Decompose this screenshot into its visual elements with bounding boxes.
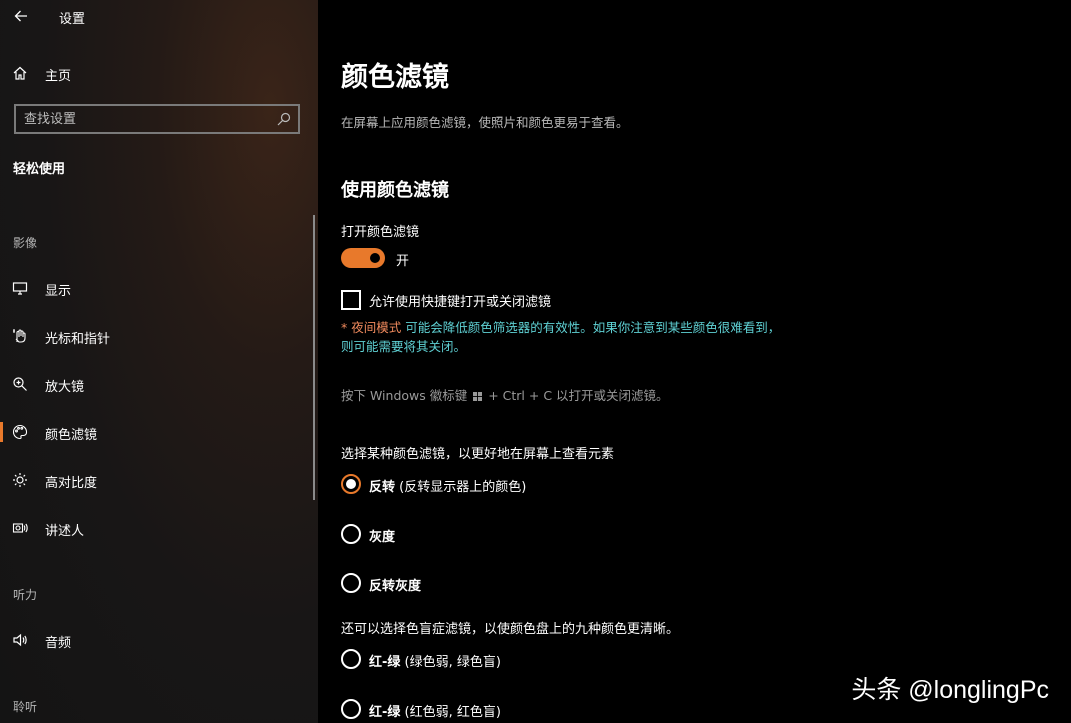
filter-choice-label: 选择某种颜色滤镜，以更好地在屏幕上查看元素 [341,447,615,462]
filter-name: 灰度 [369,530,396,545]
sidebar-item-label: 音频 [45,636,72,651]
home-icon [12,65,28,81]
pointer-icon [12,328,28,344]
section-title: 轻松使用 [13,162,66,177]
shortcut-hint-before: 按下 Windows 徽标键 [341,388,468,403]
sidebar: 设置 主页 轻松使用 影像 显示 光标和指针 放大镜 [0,0,318,723]
back-button[interactable] [10,5,32,27]
night-mode-link[interactable]: * 夜间模式 [341,320,401,335]
sidebar-item-cursor[interactable]: 光标和指针 [0,316,318,356]
brightness-icon [12,472,28,488]
toggle-state-label: 开 [396,254,410,269]
main-content: 颜色滤镜 在屏幕上应用颜色滤镜，使照片和颜色更易于查看。 使用颜色滤镜 打开颜色… [318,0,1071,723]
windows-logo-icon [473,392,483,401]
sidebar-item-label: 高对比度 [45,476,98,491]
palette-icon [12,424,28,440]
narrator-icon [12,520,28,536]
section-subtitle: 使用颜色滤镜 [341,180,449,201]
group-heading-vision: 影像 [13,236,38,250]
filter-name: 反转 [369,480,396,495]
night-mode-note: * 夜间模式 可能会降低颜色筛选器的有效性。如果你注意到某些颜色很难看到，则可能… [341,318,791,356]
colorblind-label: 还可以选择色盲症滤镜，以使颜色盘上的九种颜色更清晰。 [341,622,680,637]
shortcut-hint: 按下 Windows 徽标键 + Ctrl + C 以打开或关闭滤镜。 [341,385,669,404]
sidebar-item-display[interactable]: 显示 [0,268,318,308]
sidebar-item-magnifier[interactable]: 放大镜 [0,364,318,404]
back-arrow-icon [14,10,27,22]
radio-invert[interactable] [341,474,361,494]
sidebar-item-label: 显示 [45,284,72,299]
radio-grayscale[interactable] [341,524,361,544]
sidebar-item-label: 光标和指针 [45,332,111,347]
speaker-icon [12,632,28,648]
search-input[interactable] [24,110,264,128]
color-filter-toggle[interactable] [341,248,385,268]
shortcut-hint-after: + Ctrl + C 以打开或关闭滤镜。 [488,388,669,403]
filter-name: 红-绿 [369,705,401,720]
filter-desc: (红色弱, 红色盲) [400,705,501,720]
sidebar-item-color-filters[interactable]: 颜色滤镜 [0,412,318,452]
radio-invert-grayscale-label: 反转灰度 [369,575,421,594]
sidebar-scrollbar[interactable] [313,215,315,500]
filter-desc: (绿色弱, 绿色盲) [400,655,501,670]
filter-name: 反转灰度 [369,579,422,594]
radio-deuteranopia-label: 红-绿 (绿色弱, 绿色盲) [369,651,501,670]
magnifier-icon [12,376,28,392]
toggle-label: 打开颜色滤镜 [341,225,420,240]
sidebar-item-label: 放大镜 [45,380,85,395]
radio-invert-label: 反转 (反转显示器上的颜色) [369,476,526,495]
radio-protanopia[interactable] [341,699,361,719]
group-heading-listening: 聆听 [13,700,38,714]
title-bar: 设置 [0,0,318,32]
page-description: 在屏幕上应用颜色滤镜，使照片和颜色更易于查看。 [341,115,629,130]
filter-name: 红-绿 [369,655,401,670]
toggle-knob [370,253,380,263]
radio-invert-grayscale[interactable] [341,573,361,593]
page-title: 颜色滤镜 [341,62,449,93]
sidebar-item-label: 主页 [45,69,72,84]
sidebar-item-home[interactable]: 主页 [0,53,318,93]
radio-deuteranopia[interactable] [341,649,361,669]
sidebar-item-label: 颜色滤镜 [45,428,98,443]
window-title: 设置 [59,12,86,27]
sidebar-item-audio[interactable]: 音频 [0,620,318,660]
night-mode-note-text: 可能会降低颜色筛选器的有效性。如果你注意到某些颜色很难看到，则可能需要将其关闭。 [341,320,781,354]
shortcut-checkbox[interactable] [341,290,361,310]
radio-protanopia-label: 红-绿 (红色弱, 红色盲) [369,701,501,720]
sidebar-item-narrator[interactable]: 讲述人 [0,508,318,548]
shortcut-checkbox-label: 允许使用快捷键打开或关闭滤镜 [369,295,552,310]
radio-grayscale-label: 灰度 [369,526,395,545]
group-heading-hearing: 听力 [13,588,38,602]
search-icon[interactable] [276,111,292,127]
sidebar-item-high-contrast[interactable]: 高对比度 [0,460,318,500]
search-box[interactable] [14,104,300,134]
watermark: 头条 @longlingPc [851,676,1049,704]
monitor-icon [12,280,28,296]
sidebar-item-label: 讲述人 [45,524,85,539]
filter-desc: (反转显示器上的颜色) [395,480,527,495]
